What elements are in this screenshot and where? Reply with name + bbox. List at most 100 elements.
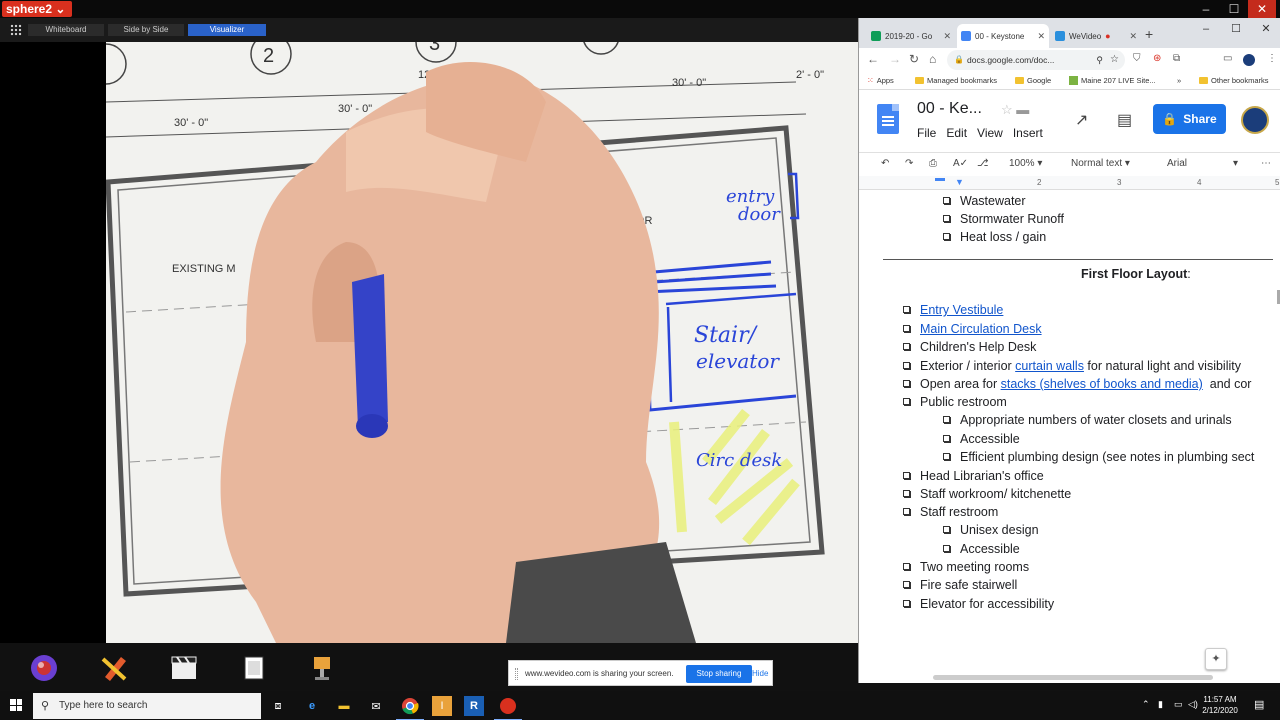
extension-shield-icon[interactable]: ⛉ bbox=[1133, 53, 1141, 64]
file-explorer-icon[interactable]: ▬ bbox=[334, 696, 354, 716]
maximize-icon[interactable]: ☐ bbox=[1221, 18, 1251, 40]
hide-button[interactable]: Hide bbox=[752, 669, 768, 678]
item-link[interactable]: curtain walls bbox=[1015, 359, 1084, 373]
gallery-icon[interactable] bbox=[238, 652, 270, 684]
font-dropdown-icon[interactable]: ▾ bbox=[1233, 158, 1238, 169]
taskbar-app-icon[interactable]: I bbox=[432, 696, 452, 716]
undo-icon[interactable]: ↶ bbox=[881, 158, 889, 169]
explore-icon[interactable]: ✦ bbox=[1205, 648, 1227, 670]
drag-handle-icon[interactable] bbox=[515, 668, 518, 680]
chrome-icon[interactable] bbox=[396, 696, 424, 720]
heading-colon: : bbox=[1187, 267, 1191, 281]
minimize-icon[interactable]: – bbox=[1192, 0, 1220, 18]
windows-start-icon[interactable] bbox=[10, 699, 22, 711]
settings-lamp-icon[interactable] bbox=[306, 652, 338, 684]
zoom-icon[interactable]: ⚲ bbox=[1096, 50, 1103, 70]
taskbar-search-input[interactable]: ⚲ Type here to search bbox=[33, 693, 261, 719]
close-icon[interactable]: ✕ bbox=[1248, 0, 1276, 18]
reload-icon[interactable]: ↻ bbox=[909, 52, 919, 66]
taskbar-app-r-icon[interactable]: R bbox=[464, 696, 484, 716]
grid-menu-icon[interactable] bbox=[10, 24, 22, 36]
volume-icon[interactable]: ◁) bbox=[1188, 699, 1198, 710]
style-select[interactable]: Normal text ▾ bbox=[1071, 158, 1130, 169]
item-link[interactable]: Entry Vestibule bbox=[920, 303, 1003, 317]
tray-chevron-icon[interactable]: ⌃ bbox=[1142, 699, 1150, 710]
move-folder-icon[interactable]: ▬ bbox=[1016, 102, 1029, 117]
star-icon[interactable]: ☆ bbox=[1001, 102, 1013, 117]
minimize-icon[interactable]: – bbox=[1191, 18, 1221, 40]
close-tab-icon[interactable]: ✕ bbox=[1129, 31, 1137, 42]
notifications-icon[interactable]: ▤ bbox=[1254, 698, 1264, 711]
close-icon[interactable]: ✕ bbox=[1251, 18, 1280, 40]
comments-icon[interactable]: ▤ bbox=[1117, 110, 1132, 130]
tab-drive[interactable]: 2019-20 - Go ✕ bbox=[867, 24, 955, 48]
stop-sharing-button[interactable]: Stop sharing bbox=[686, 665, 752, 683]
site-icon bbox=[1069, 76, 1078, 85]
tab-docs[interactable]: 00 - Keystone ✕ bbox=[957, 24, 1049, 48]
doc-title[interactable]: 00 - Ke... bbox=[917, 100, 982, 118]
ruler-indent-marker[interactable] bbox=[935, 178, 945, 181]
bookmark-apps[interactable]: ⁙ Apps bbox=[867, 76, 894, 85]
spellcheck-icon[interactable]: A✓ bbox=[953, 158, 968, 169]
close-tab-icon[interactable]: ✕ bbox=[1037, 31, 1045, 42]
more-tools-icon[interactable]: ⋯ bbox=[1261, 158, 1271, 169]
tray-app-icon[interactable]: ▮ bbox=[1158, 699, 1163, 710]
mail-icon[interactable]: ✉ bbox=[366, 696, 386, 716]
redo-icon[interactable]: ↷ bbox=[905, 158, 913, 169]
menu-edit[interactable]: Edit bbox=[946, 126, 967, 140]
grid-number: 2 bbox=[263, 45, 274, 67]
item-link[interactable]: Main Circulation Desk bbox=[920, 322, 1042, 336]
checkbox-bullet-icon bbox=[903, 380, 910, 387]
menu-insert[interactable]: Insert bbox=[1013, 126, 1043, 140]
bookmark-overflow[interactable]: » bbox=[1177, 76, 1181, 85]
extension-tool-icon[interactable]: ⧉ bbox=[1173, 53, 1180, 64]
close-tab-icon[interactable]: ✕ bbox=[943, 31, 951, 42]
menu-view[interactable]: View bbox=[977, 126, 1003, 140]
docs-logo-icon[interactable] bbox=[877, 104, 899, 134]
system-clock[interactable]: 11:57 AM 2/12/2020 bbox=[1198, 694, 1242, 716]
zoom-select[interactable]: 100% ▾ bbox=[1009, 158, 1042, 169]
menu-file[interactable]: File bbox=[917, 126, 936, 140]
record-clapper-icon[interactable] bbox=[168, 652, 200, 684]
item-text: Heat loss / gain bbox=[960, 230, 1047, 244]
maximize-icon[interactable]: ☐ bbox=[1220, 0, 1248, 18]
share-button[interactable]: 🔒 Share bbox=[1153, 104, 1226, 134]
ruler-tab-marker[interactable]: ▼ bbox=[955, 177, 964, 187]
item-link[interactable]: stacks (shelves of books and media) bbox=[1001, 377, 1203, 391]
document-body[interactable]: Wastewater Stormwater Runoff Heat loss /… bbox=[859, 190, 1280, 683]
forward-icon[interactable]: → bbox=[889, 52, 901, 66]
sphere2-logo[interactable]: sphere2 ⌄ bbox=[2, 1, 72, 17]
folder-icon bbox=[1015, 77, 1024, 84]
font-select[interactable]: Arial bbox=[1167, 158, 1187, 169]
bookmark-other[interactable]: Other bookmarks bbox=[1199, 76, 1269, 85]
tab-side-by-side[interactable]: Side by Side bbox=[108, 24, 184, 36]
horizontal-scrollbar[interactable] bbox=[933, 675, 1213, 680]
sphere2-taskbar-icon[interactable] bbox=[494, 696, 522, 720]
home-icon[interactable]: ⌂ bbox=[929, 52, 936, 66]
annotate-pencil-icon[interactable] bbox=[98, 652, 130, 684]
network-icon[interactable]: ▭ bbox=[1174, 699, 1183, 710]
profile-avatar-icon[interactable] bbox=[1243, 54, 1255, 66]
edge-icon[interactable]: e bbox=[302, 696, 322, 716]
paint-format-icon[interactable]: ⎇ bbox=[977, 158, 989, 169]
activity-trend-icon[interactable]: ↗ bbox=[1075, 110, 1088, 130]
more-menu-icon[interactable]: ⋮ bbox=[1267, 53, 1277, 64]
bookmark-maine[interactable]: Maine 207 LIVE Site... bbox=[1069, 76, 1156, 85]
tab-whiteboard[interactable]: Whiteboard bbox=[28, 24, 104, 36]
cast-icon[interactable]: ▭ bbox=[1223, 53, 1232, 64]
ruler-number: 4 bbox=[1197, 178, 1202, 187]
task-view-icon[interactable]: ⧈ bbox=[268, 696, 288, 716]
list-item: Children's Help Desk bbox=[903, 338, 1036, 356]
extension-record-icon[interactable]: ⊛ bbox=[1153, 53, 1161, 64]
bookmark-managed[interactable]: Managed bookmarks bbox=[915, 76, 997, 85]
tab-wevideo[interactable]: WeVideo ● ✕ bbox=[1051, 24, 1141, 48]
camera-lens-icon[interactable] bbox=[28, 652, 60, 684]
account-avatar[interactable] bbox=[1241, 106, 1269, 134]
bookmark-star-icon[interactable]: ☆ bbox=[1110, 50, 1119, 70]
bookmark-google[interactable]: Google bbox=[1015, 76, 1051, 85]
tab-visualizer[interactable]: Visualizer bbox=[188, 24, 266, 36]
back-icon[interactable]: ← bbox=[867, 52, 879, 66]
new-tab-icon[interactable]: + bbox=[1145, 26, 1153, 42]
address-bar[interactable]: 🔒 docs.google.com/doc... ⚲ ☆ bbox=[947, 50, 1125, 70]
print-icon[interactable]: ⎙ bbox=[929, 158, 937, 169]
